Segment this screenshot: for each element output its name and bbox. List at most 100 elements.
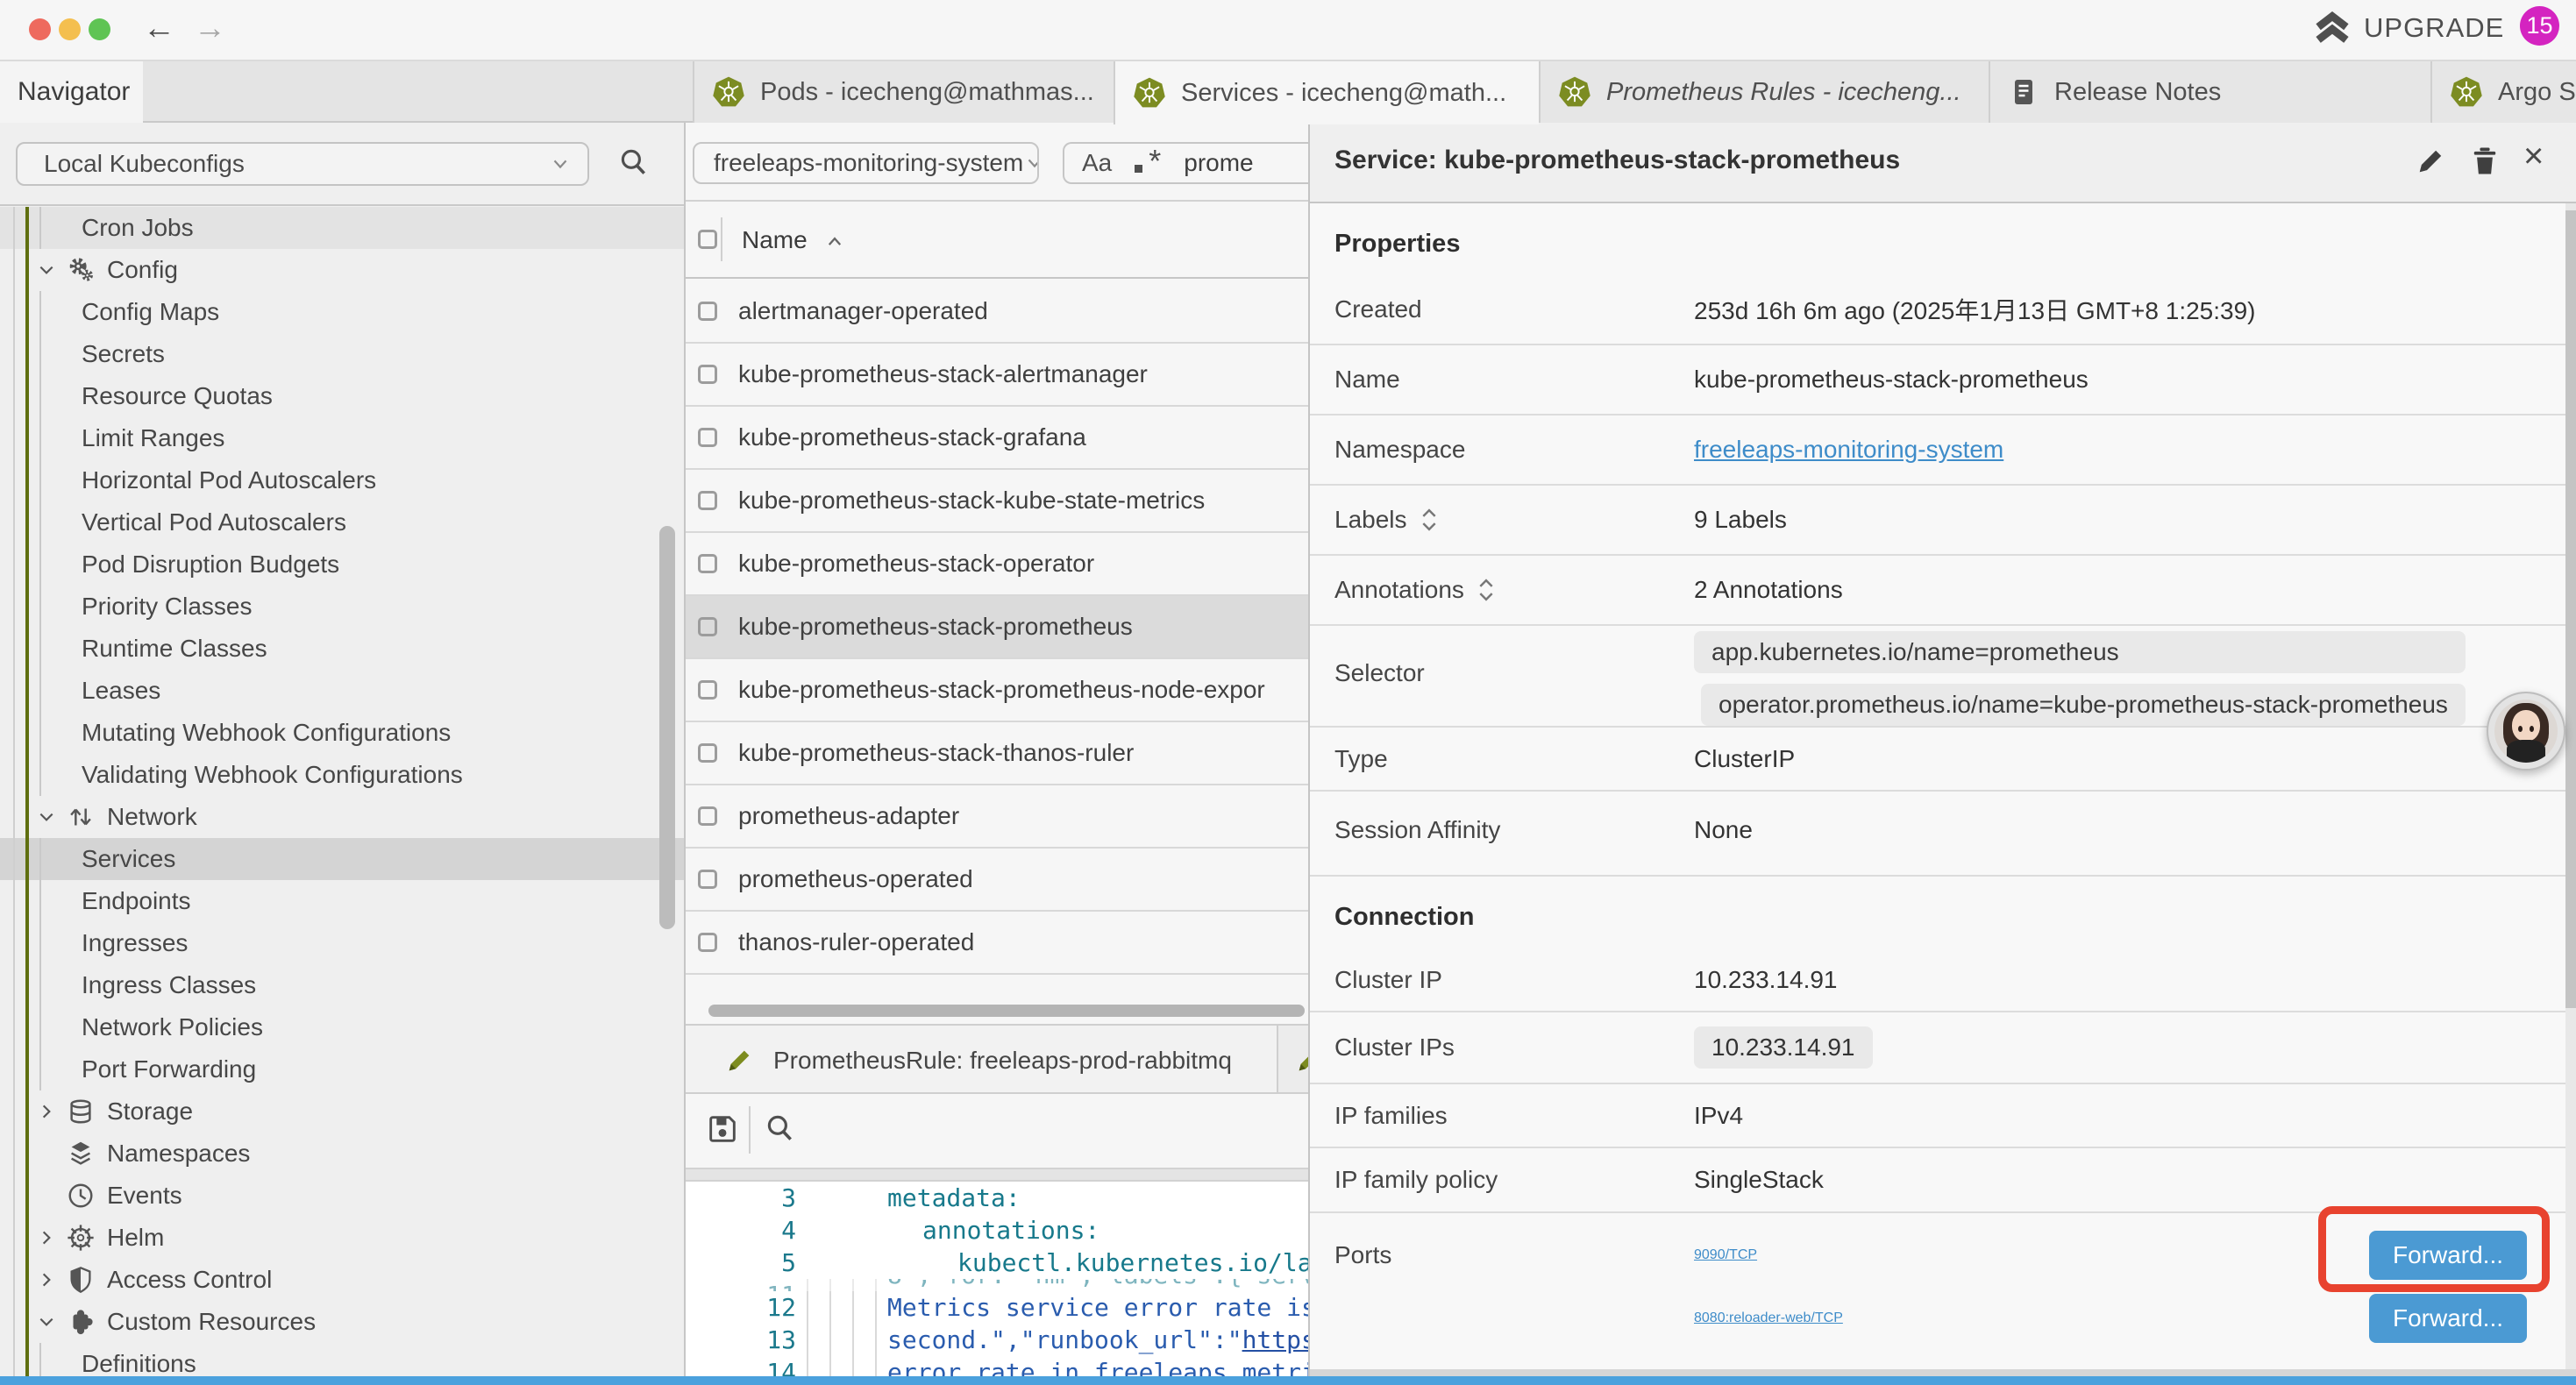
chevron-right-icon[interactable] <box>33 1267 60 1293</box>
sidebar-item-port-forwarding[interactable]: Port Forwarding <box>0 1048 684 1090</box>
sidebar-item-endpoints[interactable]: Endpoints <box>0 880 684 922</box>
chevron-down-icon[interactable] <box>33 1309 60 1335</box>
edit-service-icon[interactable] <box>2413 144 2448 179</box>
field-label: Annotations <box>1334 576 1464 604</box>
table-row[interactable]: kube-prometheus-stack-grafana <box>686 407 1308 470</box>
table-row[interactable]: kube-prometheus-stack-prometheus <box>686 596 1308 659</box>
sidebar-item-ingresses[interactable]: Ingresses <box>0 922 684 964</box>
sidebar-item-priority-classes[interactable]: Priority Classes <box>0 586 684 628</box>
forward-port-button[interactable]: Forward... <box>2369 1294 2527 1343</box>
tab-release-notes[interactable]: Release Notes <box>1989 61 2430 123</box>
table-row[interactable]: prometheus-adapter <box>686 785 1308 849</box>
row-checkbox[interactable] <box>698 365 717 384</box>
tab-services-icecheng-math[interactable]: Services - icecheng@math...× <box>1114 61 1539 124</box>
minimize-window-button[interactable] <box>59 18 81 40</box>
sidebar-item-namespaces[interactable]: Namespaces <box>0 1133 684 1175</box>
select-all-checkbox[interactable] <box>698 230 717 249</box>
row-checkbox[interactable] <box>698 870 717 889</box>
row-checkbox[interactable] <box>698 743 717 763</box>
sidebar-item-events[interactable]: Events <box>0 1175 684 1217</box>
close-panel-icon[interactable]: × <box>2523 137 2544 176</box>
tab-prometheus-rules-icecheng[interactable]: Prometheus Rules - icecheng... <box>1539 61 1989 123</box>
sidebar-item-resource-quotas[interactable]: Resource Quotas <box>0 375 684 417</box>
sidebar-item-leases[interactable]: Leases <box>0 670 684 712</box>
tab-pods-icecheng-mathmas[interactable]: Pods - icecheng@mathmas... <box>693 61 1114 123</box>
table-row[interactable]: kube-prometheus-stack-operator <box>686 533 1308 596</box>
sidebar-item-config-maps[interactable]: Config Maps <box>0 291 684 333</box>
chevron-right-icon[interactable] <box>33 1098 60 1125</box>
row-checkbox[interactable] <box>698 428 717 447</box>
sidebar-item-services[interactable]: Services <box>0 838 684 880</box>
row-checkbox[interactable] <box>698 617 717 636</box>
sidebar-item-runtime-classes[interactable]: Runtime Classes <box>0 628 684 670</box>
delete-service-icon[interactable] <box>2467 144 2502 179</box>
sidebar-item-validating-webhook-configurations[interactable]: Validating Webhook Configurations <box>0 754 684 796</box>
regex-toggle[interactable]: * <box>1135 148 1161 178</box>
editor-tab-next[interactable] <box>1278 1026 1308 1094</box>
filter-input[interactable]: Aa * prome <box>1063 142 1308 184</box>
sidebar-item-limit-ranges[interactable]: Limit Ranges <box>0 417 684 459</box>
name-column-header[interactable]: Name <box>742 226 808 254</box>
sidebar-item-mutating-webhook-configurations[interactable]: Mutating Webhook Configurations <box>0 712 684 754</box>
zoom-window-button[interactable] <box>89 18 110 40</box>
tab-argo-se[interactable]: Argo Se <box>2430 61 2576 123</box>
sort-updown-icon[interactable] <box>1420 507 1439 533</box>
navigator-panel-tab[interactable]: Navigator <box>0 61 143 123</box>
sidebar-item-secrets[interactable]: Secrets <box>0 333 684 375</box>
table-horizontal-scrollbar[interactable] <box>708 1005 1305 1017</box>
table-row[interactable]: kube-prometheus-stack-alertmanager <box>686 344 1308 407</box>
editor-tab-title: PrometheusRule: freeleaps-prod-rabbitmq <box>773 1047 1232 1075</box>
runbook-url-link[interactable]: https://netc <box>1242 1325 1308 1354</box>
sidebar-item-network[interactable]: Network <box>0 796 684 838</box>
row-checkbox[interactable] <box>698 491 717 510</box>
editor-tab[interactable]: PrometheusRule: freeleaps-prod-rabbitmq <box>686 1026 1278 1094</box>
sidebar-item-pod-disruption-budgets[interactable]: Pod Disruption Budgets <box>0 543 684 586</box>
row-checkbox[interactable] <box>698 554 717 573</box>
sidebar-item-vertical-pod-autoscalers[interactable]: Vertical Pod Autoscalers <box>0 501 684 543</box>
close-window-button[interactable] <box>29 18 51 40</box>
forward-port-button[interactable]: Forward... <box>2369 1231 2527 1280</box>
notification-count-badge[interactable]: 15 <box>2520 6 2559 46</box>
forward-button[interactable]: → <box>194 10 226 46</box>
match-case-toggle[interactable]: Aa <box>1082 149 1112 177</box>
row-checkbox[interactable] <box>698 806 717 826</box>
divider <box>0 204 686 206</box>
save-icon[interactable] <box>705 1112 740 1147</box>
row-checkbox[interactable] <box>698 302 717 321</box>
sidebar-item-storage[interactable]: Storage <box>0 1090 684 1133</box>
sort-updown-icon[interactable] <box>1477 577 1496 603</box>
chevron-down-icon[interactable] <box>33 804 60 830</box>
close-tab-icon[interactable]: × <box>1537 77 1539 110</box>
kubeconfig-selector[interactable]: Local Kubeconfigs <box>16 142 589 186</box>
table-row[interactable]: alertmanager-operated <box>686 281 1308 344</box>
detail-scrollbar[interactable] <box>2565 210 2576 1008</box>
table-row[interactable]: kube-prometheus-stack-prometheus-node-ex… <box>686 659 1308 722</box>
table-row[interactable]: thanos-ruler-operated <box>686 912 1308 975</box>
sidebar-item-horizontal-pod-autoscalers[interactable]: Horizontal Pod Autoscalers <box>0 459 684 501</box>
row-checkbox[interactable] <box>698 933 717 952</box>
sidebar-item-access-control[interactable]: Access Control <box>0 1259 684 1301</box>
row-checkbox[interactable] <box>698 680 717 700</box>
sidebar-item-helm[interactable]: Helm <box>0 1217 684 1259</box>
sidebar-item-config[interactable]: Config <box>0 249 684 291</box>
chevron-down-icon[interactable] <box>33 257 60 283</box>
sidebar-item-custom-resources[interactable]: Custom Resources <box>0 1301 684 1343</box>
sidebar-search-icon[interactable] <box>616 146 650 179</box>
back-button[interactable]: ← <box>143 10 175 46</box>
table-row[interactable]: kube-prometheus-stack-thanos-ruler <box>686 722 1308 785</box>
port-link[interactable]: 9090/TCP <box>1694 1247 1757 1263</box>
port-link[interactable]: 8080:reloader-web/TCP <box>1694 1310 1843 1326</box>
table-row[interactable]: kube-prometheus-stack-kube-state-metrics <box>686 470 1308 533</box>
namespace-link[interactable]: freeleaps-monitoring-system <box>1694 436 2003 464</box>
sidebar-item-network-policies[interactable]: Network Policies <box>0 1006 684 1048</box>
table-row[interactable]: prometheus-operated <box>686 849 1308 912</box>
editor-search-icon[interactable] <box>763 1112 796 1145</box>
yaml-editor[interactable]: 3metadata:4annotations:5kubectl.kubernet… <box>686 1182 1308 1376</box>
namespace-selector[interactable]: freeleaps-monitoring-system <box>693 142 1039 184</box>
sidebar-scrollbar[interactable] <box>659 526 675 929</box>
upgrade-button[interactable]: UPGRADE <box>2313 9 2504 47</box>
sidebar-item-ingress-classes[interactable]: Ingress Classes <box>0 964 684 1006</box>
sidebar-item-cron-jobs[interactable]: Cron Jobs <box>0 207 684 249</box>
assistant-avatar[interactable] <box>2487 692 2565 771</box>
chevron-right-icon[interactable] <box>33 1225 60 1251</box>
